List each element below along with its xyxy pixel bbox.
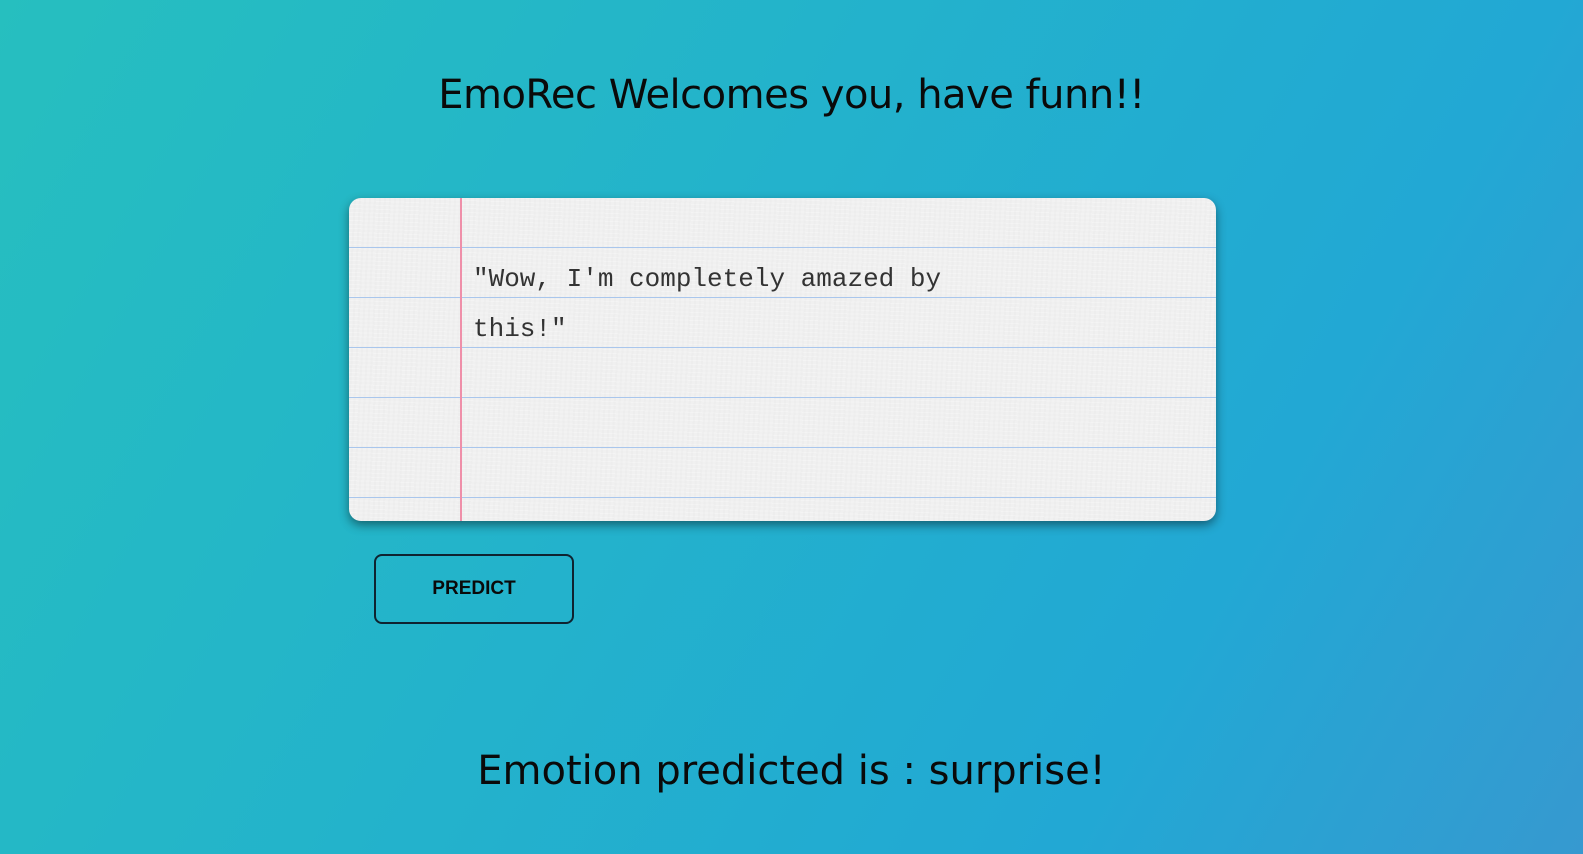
page-title: EmoRec Welcomes you, have funn!!	[438, 72, 1145, 118]
predict-button[interactable]: PREDICT	[374, 554, 574, 624]
notepad-textarea-container[interactable]: "Wow, I'm completely amazed by this!"	[349, 198, 1216, 521]
prediction-result: Emotion predicted is : surprise!	[477, 748, 1106, 794]
text-input[interactable]: "Wow, I'm completely amazed by this!"	[473, 254, 1033, 354]
margin-line	[460, 198, 462, 521]
